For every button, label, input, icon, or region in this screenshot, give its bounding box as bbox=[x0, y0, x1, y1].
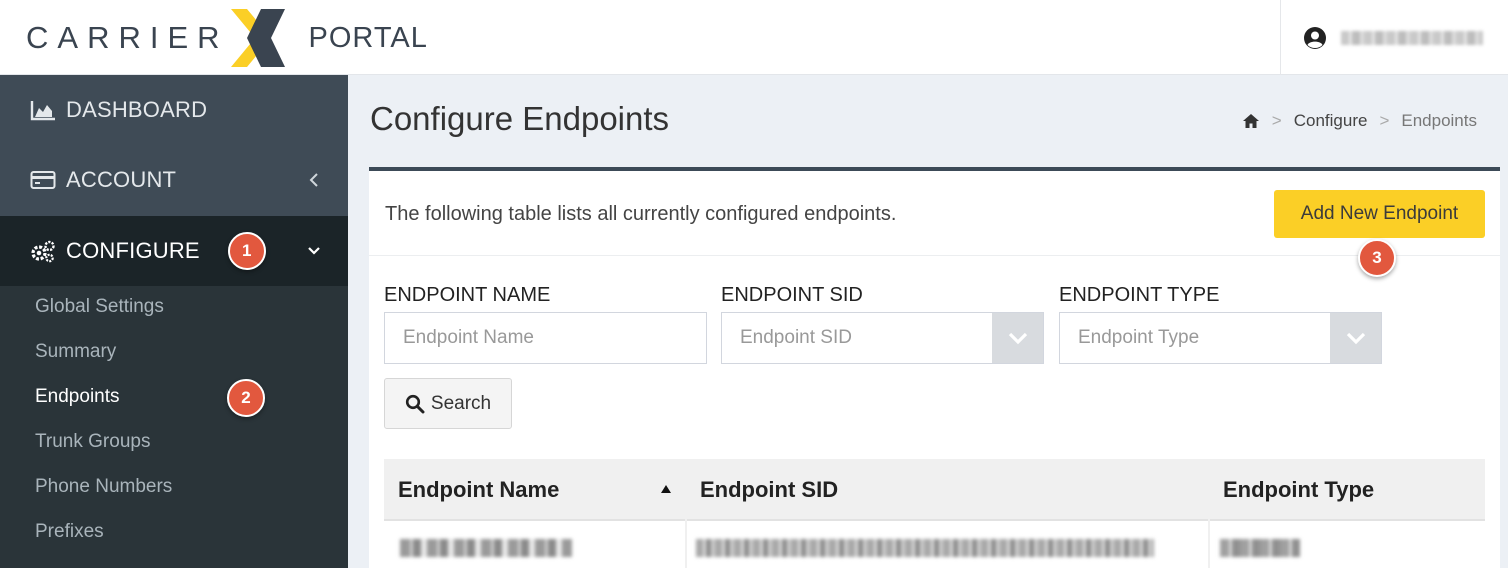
breadcrumb: > Configure > Endpoints bbox=[1242, 111, 1477, 131]
column-header-endpoint-sid[interactable]: Endpoint SID bbox=[700, 459, 838, 521]
area-chart-icon bbox=[30, 101, 55, 121]
breadcrumb-separator: > bbox=[1379, 111, 1390, 130]
logo-carrier-text: CARRIER bbox=[26, 20, 229, 55]
logo-x-icon bbox=[230, 9, 285, 67]
chevron-down-icon bbox=[1008, 332, 1027, 345]
submenu-item-global-settings[interactable]: Global Settings bbox=[35, 296, 164, 318]
breadcrumb-endpoints: Endpoints bbox=[1401, 111, 1477, 130]
sidebar-item-dashboard[interactable]: DASHBOARD bbox=[0, 75, 348, 145]
sidebar-item-label: ACCOUNT bbox=[66, 167, 177, 192]
user-name-redacted bbox=[1341, 30, 1483, 45]
endpoint-sid-placeholder: Endpoint SID bbox=[740, 327, 852, 348]
panel-header: The following table lists all currently … bbox=[369, 171, 1500, 256]
chevron-down-icon bbox=[308, 247, 320, 255]
gears-icon bbox=[31, 240, 55, 263]
step-badge-1: 1 bbox=[227, 232, 266, 270]
user-menu[interactable] bbox=[1280, 0, 1508, 75]
endpoint-name-input[interactable]: Endpoint Name bbox=[384, 312, 707, 364]
page-title: Configure Endpoints bbox=[370, 100, 670, 137]
top-bar: CARRIER PORTAL bbox=[0, 0, 1508, 75]
breadcrumb-configure[interactable]: Configure bbox=[1294, 111, 1368, 131]
chevron-down-icon bbox=[1346, 332, 1365, 345]
endpoint-type-label: ENDPOINT TYPE bbox=[1059, 284, 1220, 306]
endpoints-panel: The following table lists all currently … bbox=[369, 167, 1500, 568]
configure-submenu: Global Settings Summary Endpoints 2 Trun… bbox=[0, 286, 348, 568]
table-cell-redacted bbox=[1220, 539, 1300, 557]
carrierx-logo[interactable]: CARRIER PORTAL bbox=[26, 8, 428, 68]
panel-description: The following table lists all currently … bbox=[385, 203, 897, 225]
endpoint-sid-dropdown-toggle[interactable] bbox=[992, 313, 1043, 363]
table-cell-redacted bbox=[400, 539, 572, 557]
submenu-item-endpoints[interactable]: Endpoints bbox=[35, 386, 120, 408]
endpoint-sid-label: ENDPOINT SID bbox=[721, 284, 863, 306]
breadcrumb-separator: > bbox=[1271, 111, 1282, 130]
column-header-endpoint-type[interactable]: Endpoint Type bbox=[1223, 459, 1374, 521]
endpoint-sid-select[interactable]: Endpoint SID bbox=[721, 312, 1044, 364]
step-badge-3: 3 bbox=[1358, 239, 1396, 277]
home-icon[interactable] bbox=[1242, 113, 1260, 129]
sort-ascending-icon[interactable] bbox=[660, 484, 672, 494]
table-cell-redacted bbox=[696, 539, 1154, 557]
chevron-left-icon bbox=[309, 173, 318, 187]
credit-card-icon bbox=[30, 171, 56, 189]
submenu-item-phone-numbers[interactable]: Phone Numbers bbox=[35, 476, 172, 498]
sidebar-item-label: CONFIGURE bbox=[66, 238, 200, 263]
submenu-item-trunk-groups[interactable]: Trunk Groups bbox=[35, 431, 150, 453]
endpoint-name-placeholder: Endpoint Name bbox=[403, 327, 534, 348]
submenu-item-summary[interactable]: Summary bbox=[35, 341, 116, 363]
sidebar: DASHBOARD ACCOUNT CONFIGURE 1 Global Set… bbox=[0, 75, 348, 568]
table-header: Endpoint Name Endpoint SID Endpoint Type bbox=[384, 459, 1485, 521]
search-icon bbox=[405, 394, 425, 413]
add-new-endpoint-button[interactable]: Add New Endpoint bbox=[1274, 190, 1485, 238]
user-circle-icon bbox=[1304, 26, 1326, 49]
endpoint-type-dropdown-toggle[interactable] bbox=[1330, 313, 1381, 363]
sidebar-item-label: DASHBOARD bbox=[66, 97, 208, 122]
search-button[interactable]: Search bbox=[384, 378, 512, 429]
sidebar-item-configure[interactable]: CONFIGURE 1 bbox=[0, 216, 348, 286]
column-header-endpoint-name[interactable]: Endpoint Name bbox=[398, 459, 559, 521]
endpoint-type-select[interactable]: Endpoint Type bbox=[1059, 312, 1382, 364]
endpoint-name-label: ENDPOINT NAME bbox=[384, 284, 551, 306]
logo-portal-text: PORTAL bbox=[308, 21, 428, 54]
search-button-label: Search bbox=[430, 392, 492, 414]
submenu-item-prefixes[interactable]: Prefixes bbox=[35, 521, 104, 543]
column-divider bbox=[1208, 459, 1210, 568]
sidebar-item-account[interactable]: ACCOUNT bbox=[0, 145, 348, 215]
step-badge-2: 2 bbox=[227, 379, 265, 417]
column-divider bbox=[685, 459, 687, 568]
endpoint-type-placeholder: Endpoint Type bbox=[1078, 327, 1200, 348]
